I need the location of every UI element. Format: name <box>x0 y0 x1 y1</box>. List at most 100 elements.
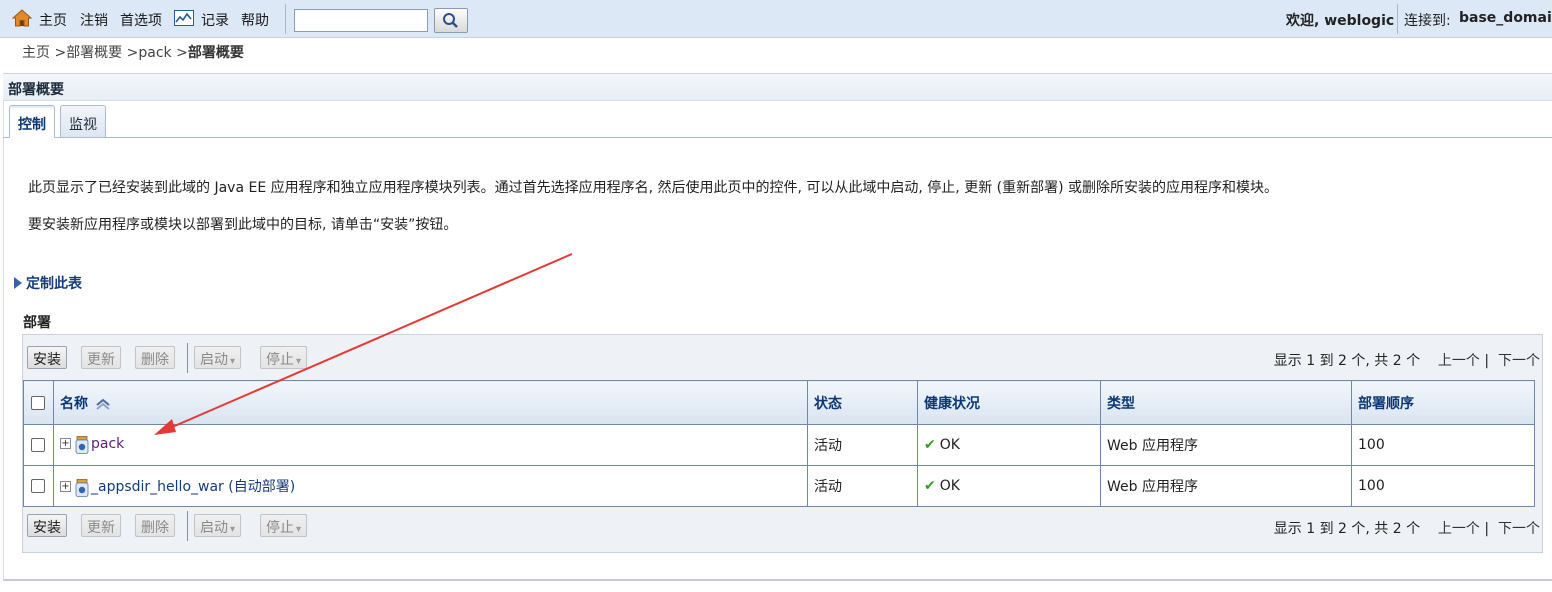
toolbar-divider <box>1397 4 1398 34</box>
stop-label: 停止 <box>266 352 294 368</box>
header-state[interactable]: 状态 <box>807 380 918 425</box>
checkmark-icon: ✔ <box>924 478 936 494</box>
breadcrumb-sep: > <box>54 45 67 61</box>
update-button[interactable]: 更新 <box>81 346 121 369</box>
deployments-table: 名称 状态 健康状况 类型 部署顺序 + pack 活动 ✔ OK Web 应用程序… <box>23 380 1535 507</box>
stop-dropdown-bottom[interactable]: 停止 ▾ <box>260 514 308 537</box>
deploy-order-cell: 100 <box>1351 424 1535 466</box>
expand-triangle-icon <box>14 277 22 289</box>
type-cell: Web 应用程序 <box>1100 424 1352 466</box>
header-health[interactable]: 健康状况 <box>917 380 1101 425</box>
next-page-link[interactable]: 下一个 <box>1498 353 1540 369</box>
breadcrumb: 主页 >部署概要 >pack >部署概要 <box>22 42 244 62</box>
tab-monitor[interactable]: 监视 <box>60 105 106 137</box>
stop-dropdown[interactable]: 停止 ▾ <box>260 346 308 369</box>
header-name-label: 名称 <box>60 395 88 412</box>
sort-ascending-icon[interactable] <box>95 398 111 410</box>
page-title: 部署概要 <box>8 82 64 98</box>
select-all-checkbox[interactable] <box>31 395 45 410</box>
health-cell: ✔ OK <box>917 465 1101 507</box>
table-row: + _appsdir_hello_war (自动部署) 活动 ✔ OK Web 应用… <box>23 465 1535 507</box>
app-jar-icon <box>75 478 89 497</box>
pagination: 显示 1 到 2 个, 共 2 个 上一个 | 下一个 <box>1274 350 1540 370</box>
expand-plus-icon[interactable]: + <box>60 438 71 449</box>
record-icon[interactable] <box>174 10 194 26</box>
breadcrumb-deploy-overview[interactable]: 部署概要 <box>66 45 122 61</box>
start-dropdown[interactable]: 启动 ▾ <box>194 346 242 369</box>
pagination-text: 显示 1 到 2 个, 共 2 个 <box>1273 353 1421 369</box>
row-checkbox[interactable] <box>31 438 45 452</box>
start-label: 启动 <box>200 352 228 368</box>
row-select-cell <box>23 465 54 507</box>
install-hint-text: 要安装新应用程序或模块以部署到此域中的目标, 请单击“安装”按钮。 <box>28 217 458 233</box>
header-type[interactable]: 类型 <box>1100 380 1352 425</box>
chevron-down-icon: ▾ <box>296 524 302 535</box>
pagination-text: 显示 1 到 2 个, 共 2 个 <box>1273 521 1421 537</box>
search-button[interactable] <box>434 8 468 33</box>
panel-header: 部署概要 <box>3 73 1552 101</box>
health-cell: ✔ OK <box>917 424 1101 466</box>
table-row: + pack 活动 ✔ OK Web 应用程序 100 <box>23 424 1535 466</box>
section-title: 部署 <box>23 315 51 331</box>
tab-control[interactable]: 控制 <box>9 105 55 138</box>
name-cell: + _appsdir_hello_war (自动部署) <box>53 465 808 507</box>
table-header-row: 名称 状态 健康状况 类型 部署顺序 <box>23 380 1535 425</box>
header-deploy-order[interactable]: 部署顺序 <box>1351 380 1535 425</box>
health-value: OK <box>939 437 960 453</box>
app-name-link[interactable]: pack <box>91 436 124 452</box>
toolbar-divider <box>187 511 188 541</box>
delete-button-bottom[interactable]: 删除 <box>135 514 175 537</box>
start-label: 启动 <box>200 520 228 536</box>
row-select-cell <box>23 424 54 466</box>
deploy-order-cell: 100 <box>1351 465 1535 507</box>
toolbar-divider <box>187 343 188 373</box>
pagination-bottom: 显示 1 到 2 个, 共 2 个 上一个 | 下一个 <box>1274 518 1540 538</box>
update-button-bottom[interactable]: 更新 <box>81 514 121 537</box>
select-all-cell <box>23 380 54 425</box>
breadcrumb-sep: > <box>176 45 188 61</box>
breadcrumb-current: 部署概要 <box>187 45 244 61</box>
welcome-text: 欢迎, weblogic <box>1286 13 1395 29</box>
prev-page-link[interactable]: 上一个 <box>1438 521 1480 537</box>
customize-table-label: 定制此表 <box>26 276 82 292</box>
chevron-down-icon: ▾ <box>296 356 302 367</box>
home-icon[interactable] <box>12 8 32 28</box>
top-toolbar: 主页 注销 首选项 记录 帮助 欢迎, weblogic 连接到: base_d… <box>0 0 1552 38</box>
row-checkbox[interactable] <box>31 479 45 493</box>
record-link[interactable]: 记录 <box>201 10 229 30</box>
app-jar-icon <box>75 436 89 454</box>
state-cell[interactable]: 活动 <box>807 465 918 507</box>
customize-table-link[interactable]: 定制此表 <box>14 273 82 293</box>
next-page-link[interactable]: 下一个 <box>1498 521 1540 537</box>
pagination-sep: | <box>1484 353 1490 369</box>
magnifier-icon <box>443 13 458 28</box>
connected-label: 连接到: <box>1404 13 1451 29</box>
help-link[interactable]: 帮助 <box>241 10 269 30</box>
delete-button[interactable]: 删除 <box>135 346 175 369</box>
chevron-down-icon: ▾ <box>230 524 236 535</box>
state-cell[interactable]: 活动 <box>807 424 918 466</box>
search-input[interactable] <box>294 9 428 32</box>
install-button-bottom[interactable]: 安装 <box>27 514 67 537</box>
description-text: 此页显示了已经安装到此域的 Java EE 应用程序和独立应用程序模块列表。通过… <box>28 180 1279 196</box>
breadcrumb-sep: > <box>126 45 139 61</box>
breadcrumb-pack[interactable]: pack <box>138 45 171 61</box>
prev-page-link[interactable]: 上一个 <box>1438 353 1480 369</box>
health-value: OK <box>939 478 960 494</box>
install-button[interactable]: 安装 <box>27 346 67 369</box>
start-dropdown-bottom[interactable]: 启动 ▾ <box>194 514 242 537</box>
name-cell: + pack <box>53 424 808 466</box>
expand-plus-icon[interactable]: + <box>60 480 71 492</box>
checkmark-icon: ✔ <box>924 437 936 453</box>
domain-name: base_domain <box>1459 10 1552 26</box>
app-name-link[interactable]: _appsdir_hello_war (自动部署) <box>91 479 295 495</box>
preferences-link[interactable]: 首选项 <box>120 10 162 30</box>
chevron-down-icon: ▾ <box>230 356 236 367</box>
type-cell: Web 应用程序 <box>1100 465 1352 507</box>
breadcrumb-home[interactable]: 主页 <box>22 45 50 61</box>
home-link[interactable]: 主页 <box>39 10 67 30</box>
logout-link[interactable]: 注销 <box>80 10 108 30</box>
toolbar-divider <box>285 4 286 34</box>
pagination-sep: | <box>1484 521 1490 537</box>
header-name[interactable]: 名称 <box>53 380 808 425</box>
